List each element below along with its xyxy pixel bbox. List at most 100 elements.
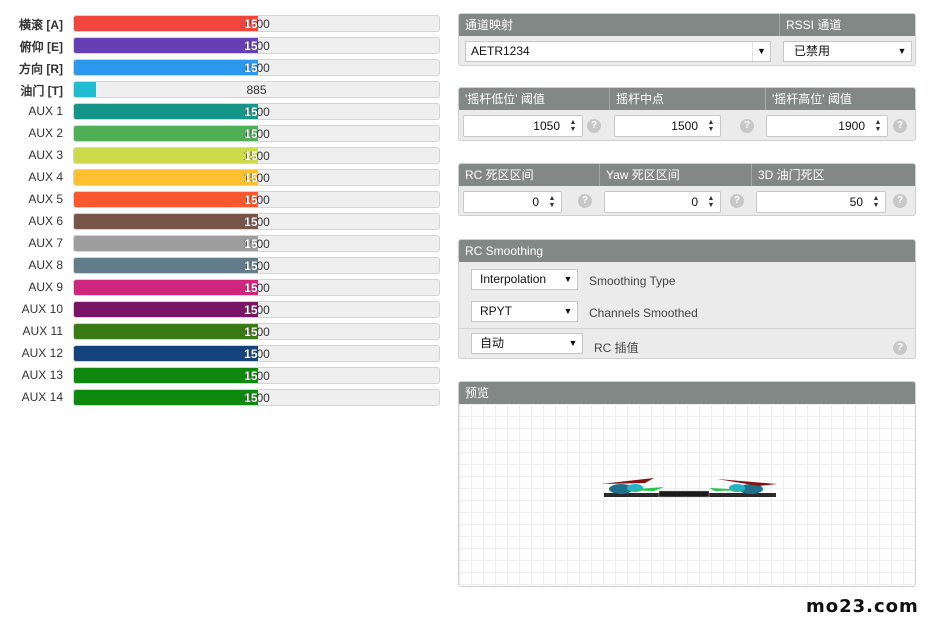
preview-panel: 预览 [458, 381, 916, 587]
channels-smoothed-select[interactable]: RPYT ▼ [471, 301, 578, 322]
stick-center-value: 1500 [671, 119, 698, 133]
channel-meter: 15001500 [73, 125, 440, 142]
channel-value-highlight: 1500 [244, 391, 258, 405]
frame-center [658, 490, 710, 498]
channel-row: AUX 4 15001500 [0, 167, 440, 189]
rc-interpolation-select[interactable]: 自动 ▼ [471, 333, 583, 354]
channel-value-overlay: 1500 [74, 126, 258, 141]
channel-label: 横滚 [A] [19, 18, 63, 32]
channel-value-highlight: 1500 [244, 193, 258, 207]
spinner-icon[interactable]: ▲ ▼ [546, 195, 558, 209]
channel-value-highlight: 1500 [244, 171, 258, 185]
help-icon[interactable]: ? [893, 119, 907, 133]
channel-row: 俯仰 [E] 15001500 [0, 35, 440, 57]
channel-row: AUX 9 15001500 [0, 277, 440, 299]
channel-meter: 15001500 [73, 367, 440, 384]
stick-threshold-panel: '摇杆低位' 阈值 摇杆中点 '摇杆高位' 阈值 1050 ▲ ▼ ? 1500 … [458, 87, 916, 141]
help-icon[interactable]: ? [893, 341, 907, 355]
channel-label: AUX 13 [21, 368, 63, 382]
yaw-deadband-value: 0 [691, 195, 698, 209]
channel-row: 横滚 [A] 15001500 [0, 13, 440, 35]
stick-high-value: 1900 [838, 119, 865, 133]
rc-deadband-input[interactable]: 0 ▲ ▼ [463, 191, 562, 213]
channel-label: AUX 7 [28, 236, 63, 250]
chevron-down-icon: ▼ [568, 338, 578, 348]
channel-row: AUX 5 15001500 [0, 189, 440, 211]
channel-row: AUX 2 15001500 [0, 123, 440, 145]
rssi-channel-header: RSSI 通道 [786, 18, 842, 32]
channel-value-highlight: 1500 [244, 369, 258, 383]
channel-value-highlight: 1500 [244, 281, 258, 295]
channel-value-overlay: 1500 [74, 60, 258, 75]
channel-row: AUX 11 15001500 [0, 321, 440, 343]
help-icon[interactable]: ? [578, 194, 592, 208]
channel-meter: 15001500 [73, 279, 440, 296]
channel-label: AUX 1 [28, 104, 63, 118]
channel-label: AUX 8 [28, 258, 63, 272]
chevron-down-icon: ▼ [897, 46, 907, 56]
yaw-deadband-input[interactable]: 0 ▲ ▼ [604, 191, 721, 213]
throttle-deadband-value: 50 [849, 195, 863, 209]
help-icon[interactable]: ? [893, 194, 907, 208]
channel-meter: 15001500 [73, 15, 440, 32]
throttle-deadband-input[interactable]: 50 ▲ ▼ [756, 191, 886, 213]
channel-map-select[interactable]: AETR1234 ▼ [465, 41, 771, 62]
channel-value-overlay: 1500 [74, 368, 258, 383]
chevron-down-icon: ▼ [752, 42, 770, 61]
rc-deadband-value: 0 [532, 195, 539, 209]
channel-map-header: 通道映射 [459, 14, 780, 36]
channel-value-overlay: 1500 [74, 346, 258, 361]
channel-value-overlay: 1500 [74, 258, 258, 273]
spinner-icon[interactable]: ▲ ▼ [870, 195, 882, 209]
channels-smoothed-value: RPYT [480, 304, 513, 318]
channel-value-highlight: 1500 [244, 347, 258, 361]
channel-meter: 15001500 [73, 235, 440, 252]
channel-label: AUX 14 [21, 390, 63, 404]
smoothing-type-label: Smoothing Type [589, 274, 676, 288]
channel-label: 油门 [T] [20, 84, 63, 98]
chevron-down-icon: ▼ [563, 274, 573, 284]
model-preview-canvas[interactable] [459, 404, 915, 586]
channel-meter: 15001500 [73, 169, 440, 186]
rssi-channel-select[interactable]: 已禁用 ▼ [783, 41, 912, 62]
rc-interpolation-value: 自动 [480, 336, 505, 350]
channel-bars: 横滚 [A]15001500俯仰 [E]15001500方向 [R]150015… [0, 13, 440, 409]
channel-value-overlay: 885 [74, 82, 96, 97]
stick-low-value: 1050 [533, 119, 560, 133]
channel-meter: 15001500 [73, 257, 440, 274]
channel-label: AUX 4 [28, 170, 63, 184]
channel-value-overlay: 1500 [74, 324, 258, 339]
channel-meter: 15001500 [73, 103, 440, 120]
channel-label: AUX 2 [28, 126, 63, 140]
channel-row: AUX 6 15001500 [0, 211, 440, 233]
channel-value-overlay: 1500 [74, 192, 258, 207]
stick-center-header: 摇杆中点 [610, 88, 766, 110]
stick-center-input[interactable]: 1500 ▲ ▼ [614, 115, 721, 137]
stick-high-input[interactable]: 1900 ▲ ▼ [766, 115, 888, 137]
smoothing-type-value: Interpolation [480, 272, 547, 286]
rssi-channel-value: 已禁用 [794, 44, 831, 58]
spinner-icon[interactable]: ▲ ▼ [567, 119, 579, 133]
channel-meter: 15001500 [73, 345, 440, 362]
channel-row: 方向 [R] 15001500 [0, 57, 440, 79]
help-icon[interactable]: ? [740, 119, 754, 133]
channel-meter: 15001500 [73, 59, 440, 76]
channels-smoothed-label: Channels Smoothed [589, 306, 698, 320]
help-icon[interactable]: ? [730, 194, 744, 208]
channel-value-highlight: 1500 [244, 259, 258, 273]
spinner-icon[interactable]: ▲ ▼ [705, 195, 717, 209]
smoothing-type-select[interactable]: Interpolation ▼ [471, 269, 578, 290]
channel-label: AUX 10 [21, 302, 63, 316]
chevron-down-icon: ▼ [563, 306, 573, 316]
channel-meter: 15001500 [73, 301, 440, 318]
spinner-icon[interactable]: ▲ ▼ [705, 119, 717, 133]
help-icon[interactable]: ? [587, 119, 601, 133]
channel-value-overlay: 1500 [74, 236, 258, 251]
channel-value-highlight: 1500 [244, 61, 258, 75]
spinner-icon[interactable]: ▲ ▼ [872, 119, 884, 133]
channel-meter: 15001500 [73, 213, 440, 230]
channel-value-overlay: 1500 [74, 280, 258, 295]
channel-row: AUX 3 15001500 [0, 145, 440, 167]
stick-low-input[interactable]: 1050 ▲ ▼ [463, 115, 583, 137]
channel-value-overlay: 1500 [74, 16, 258, 31]
